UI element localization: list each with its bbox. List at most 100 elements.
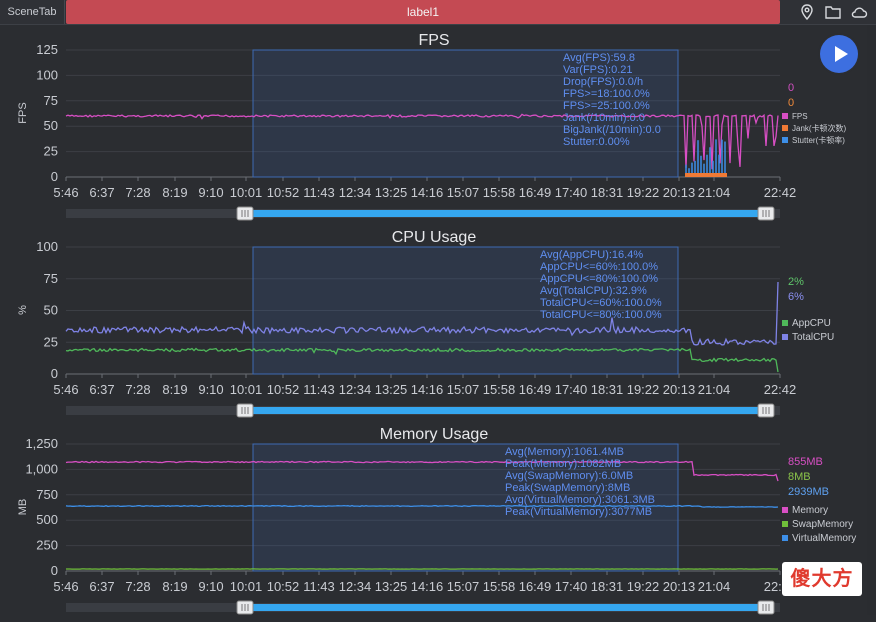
- x-tick-label: 17:40: [555, 579, 588, 594]
- current-value: 855MB: [788, 456, 823, 468]
- x-tick-label: 10:01: [230, 579, 263, 594]
- range-slider-fill[interactable]: [245, 210, 766, 217]
- x-tick-label: 21:04: [698, 382, 731, 397]
- y-tick-label: 100: [36, 67, 58, 82]
- stat-line: FPS>=25:100.0%: [563, 100, 650, 112]
- stat-line: Avg(TotalCPU):32.9%: [540, 285, 647, 297]
- jank-mark: [715, 173, 718, 177]
- stat-line: Peak(VirtualMemory):3077MB: [505, 506, 652, 518]
- legend-label[interactable]: Memory: [792, 505, 828, 516]
- x-tick-label: 20:13: [663, 579, 696, 594]
- x-tick-label: 15:58: [483, 185, 516, 200]
- location-icon[interactable]: [798, 3, 816, 21]
- legend-label[interactable]: AppCPU: [792, 318, 831, 329]
- legend-label[interactable]: Jank(卡顿次数): [792, 123, 847, 133]
- stat-line: Drop(FPS):0.0/h: [563, 76, 643, 88]
- chart-svg: CPU Usage%10075502505:466:377:288:199:10…: [0, 222, 876, 420]
- x-tick-label: 15:58: [483, 382, 516, 397]
- x-tick-label: 22:42: [764, 382, 797, 397]
- x-tick-label: 15:58: [483, 579, 516, 594]
- y-tick-label: 250: [36, 538, 58, 553]
- range-slider-fill[interactable]: [245, 604, 766, 611]
- x-tick-label: 19:22: [627, 185, 660, 200]
- jank-mark: [709, 173, 712, 177]
- stat-line: TotalCPU<=80%:100.0%: [540, 309, 662, 321]
- y-tick-label: 1,000: [25, 461, 58, 476]
- x-tick-label: 20:13: [663, 382, 696, 397]
- x-tick-label: 16:49: [519, 185, 552, 200]
- jank-mark: [724, 173, 727, 177]
- play-button[interactable]: [820, 35, 858, 73]
- stat-line: Var(FPS):0.21: [563, 64, 633, 76]
- chart-title: CPU Usage: [392, 229, 477, 246]
- x-tick-label: 21:04: [698, 185, 731, 200]
- x-tick-label: 17:40: [555, 185, 588, 200]
- stat-line: Avg(AppCPU):16.4%: [540, 249, 643, 261]
- current-value: 2939MB: [788, 486, 829, 498]
- x-tick-label: 14:16: [411, 185, 444, 200]
- stat-line: FPS>=18:100.0%: [563, 88, 650, 100]
- folder-icon[interactable]: [824, 3, 842, 21]
- legend-swatch[interactable]: [782, 320, 788, 326]
- jank-mark: [700, 173, 703, 177]
- play-icon: [820, 35, 858, 73]
- x-tick-label: 7:28: [125, 185, 150, 200]
- y-axis-label: %: [17, 305, 29, 315]
- x-tick-label: 13:25: [375, 382, 408, 397]
- x-tick-label: 17:40: [555, 382, 588, 397]
- y-tick-label: 500: [36, 512, 58, 527]
- legend-swatch[interactable]: [782, 113, 788, 119]
- legend-label[interactable]: TotalCPU: [792, 332, 834, 343]
- x-tick-label: 9:10: [198, 579, 223, 594]
- legend-swatch[interactable]: [782, 125, 788, 131]
- y-tick-label: 50: [44, 118, 58, 133]
- x-tick-label: 16:49: [519, 579, 552, 594]
- x-tick-label: 8:19: [162, 579, 187, 594]
- legend-label[interactable]: Stutter(卡顿率): [792, 135, 845, 145]
- legend-label[interactable]: VirtualMemory: [792, 533, 856, 544]
- legend-label[interactable]: SwapMemory: [792, 519, 853, 530]
- legend-swatch[interactable]: [782, 334, 788, 340]
- cloud-icon[interactable]: [850, 3, 868, 21]
- y-tick-label: 75: [44, 271, 58, 286]
- x-tick-label: 5:46: [53, 185, 78, 200]
- jank-mark: [721, 173, 724, 177]
- stat-line: Peak(Memory):1082MB: [505, 458, 621, 470]
- x-tick-label: 10:52: [267, 579, 300, 594]
- stat-line: Avg(SwapMemory):6.0MB: [505, 470, 633, 482]
- range-slider-fill[interactable]: [245, 407, 766, 414]
- jank-mark: [688, 173, 691, 177]
- jank-mark: [706, 173, 709, 177]
- scene-tab[interactable]: SceneTab: [0, 0, 65, 24]
- jank-mark: [703, 173, 706, 177]
- legend-swatch[interactable]: [782, 507, 788, 513]
- x-tick-label: 6:37: [89, 579, 114, 594]
- watermark: 傻大方: [782, 562, 862, 596]
- stat-line: Peak(SwapMemory):8MB: [505, 482, 630, 494]
- x-tick-label: 9:10: [198, 185, 223, 200]
- legend-label[interactable]: FPS: [792, 112, 808, 121]
- x-tick-label: 9:10: [198, 382, 223, 397]
- y-tick-label: 0: [51, 563, 58, 578]
- chart-svg: Memory UsageMB1,2501,00075050025005:466:…: [0, 419, 876, 617]
- chart-title: FPS: [418, 32, 449, 49]
- stat-line: Avg(VirtualMemory):3061.3MB: [505, 494, 655, 506]
- x-tick-label: 11:43: [303, 579, 335, 594]
- x-tick-label: 6:37: [89, 185, 114, 200]
- x-tick-label: 16:49: [519, 382, 552, 397]
- legend-swatch[interactable]: [782, 535, 788, 541]
- jank-mark: [694, 173, 697, 177]
- x-tick-label: 10:52: [267, 382, 300, 397]
- jank-mark: [697, 173, 700, 177]
- x-tick-label: 18:31: [591, 579, 624, 594]
- x-tick-label: 12:34: [339, 382, 372, 397]
- fps-panel: FPSFPS12510075502505:466:377:288:199:101…: [0, 25, 876, 223]
- x-tick-label: 11:43: [303, 382, 335, 397]
- x-tick-label: 19:22: [627, 579, 660, 594]
- label1-tab[interactable]: label1: [66, 0, 780, 24]
- jank-mark: [685, 173, 688, 177]
- top-bar: SceneTab label1: [0, 0, 876, 25]
- x-tick-label: 18:31: [591, 185, 624, 200]
- legend-swatch[interactable]: [782, 137, 788, 143]
- legend-swatch[interactable]: [782, 521, 788, 527]
